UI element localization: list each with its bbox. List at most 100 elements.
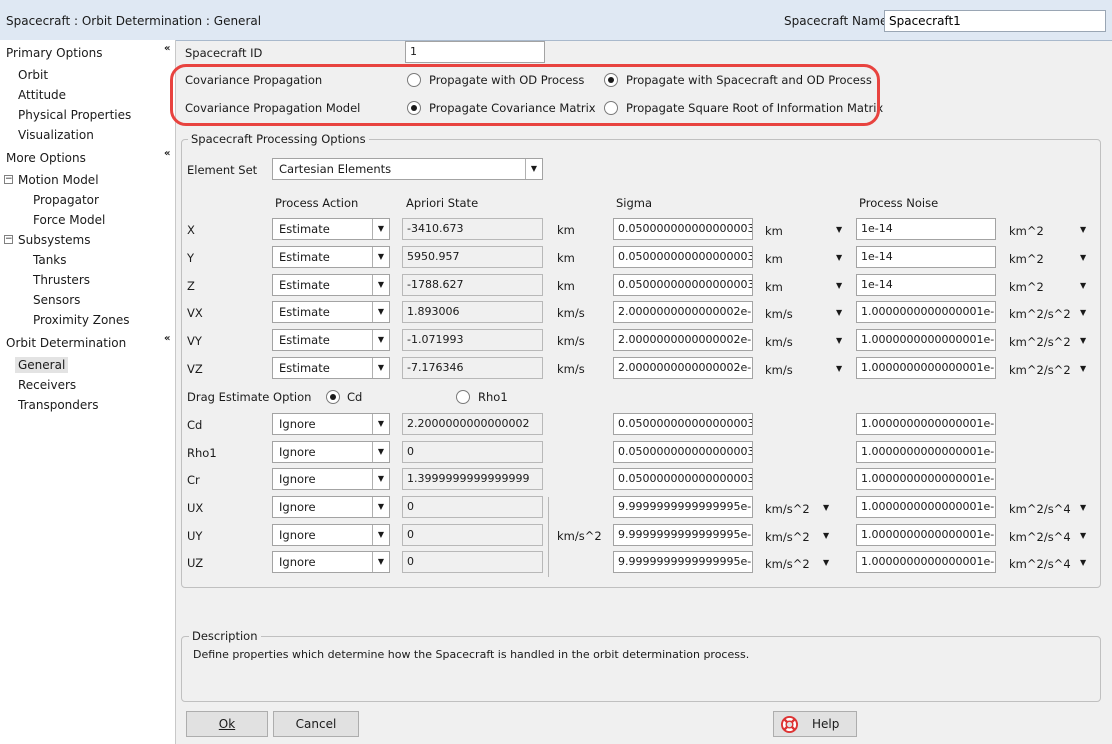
row-z-sigma-unit-chevron-icon[interactable]: ▼ bbox=[836, 281, 842, 290]
row-rho1-apriori-field[interactable]: 0 bbox=[402, 440, 543, 463]
row-rho1-noise-field[interactable]: 1.0000000000000001e-09 bbox=[856, 440, 996, 463]
nav-item-force-model[interactable]: Force Model bbox=[33, 213, 105, 227]
row-ux-sigma-field[interactable]: 9.9999999999999995e-07 bbox=[613, 496, 753, 518]
row-uz-noise-field[interactable]: 1.0000000000000001e-15 bbox=[856, 551, 996, 573]
row-vz-apriori-field[interactable]: -7.176346 bbox=[402, 357, 543, 379]
row-uz-noise-unit[interactable]: km^2/s^4 bbox=[1009, 557, 1071, 571]
row-ux-noise-unit-chevron-icon[interactable]: ▼ bbox=[1080, 503, 1086, 512]
drag-rho1-radio[interactable] bbox=[456, 390, 470, 404]
row-vx-apriori-field[interactable]: 1.893006 bbox=[402, 301, 543, 324]
nav-item-transponders[interactable]: Transponders bbox=[18, 398, 98, 412]
row-vz-action-select[interactable]: Estimate ▼ bbox=[272, 357, 390, 379]
row-vx-noise-unit-chevron-icon[interactable]: ▼ bbox=[1080, 308, 1086, 317]
row-x-noise-field[interactable]: 1e-14 bbox=[856, 218, 996, 240]
drag-cd-radio[interactable] bbox=[326, 390, 340, 404]
row-x-noise-unit[interactable]: km^2 bbox=[1009, 224, 1044, 238]
ok-button[interactable]: Ok bbox=[186, 711, 268, 737]
row-cr-sigma-field[interactable]: 0.050000000000000003 bbox=[613, 468, 753, 490]
row-uy-noise-field[interactable]: 1.0000000000000001e-15 bbox=[856, 523, 996, 546]
row-uy-sigma-unit[interactable]: km/s^2 bbox=[765, 530, 810, 544]
row-uy-action-select[interactable]: Ignore ▼ bbox=[272, 523, 390, 546]
row-cr-noise-field[interactable]: 1.0000000000000001e-09 bbox=[856, 468, 996, 490]
row-ux-noise-unit[interactable]: km^2/s^4 bbox=[1009, 502, 1071, 516]
row-uz-noise-unit-chevron-icon[interactable]: ▼ bbox=[1080, 558, 1086, 567]
row-uz-sigma-unit-chevron-icon[interactable]: ▼ bbox=[823, 558, 829, 567]
row-vy-apriori-field[interactable]: -1.071993 bbox=[402, 329, 543, 352]
row-ux-apriori-field[interactable]: 0 bbox=[402, 496, 543, 518]
row-uy-sigma-field[interactable]: 9.9999999999999995e-07 bbox=[613, 523, 753, 546]
nav-item-attitude[interactable]: Attitude bbox=[18, 88, 66, 102]
row-vy-noise-field[interactable]: 1.0000000000000001e-17 bbox=[856, 329, 996, 352]
row-uy-apriori-field[interactable]: 0 bbox=[402, 523, 543, 546]
row-vy-noise-unit[interactable]: km^2/s^2 bbox=[1009, 335, 1071, 349]
cancel-button[interactable]: Cancel bbox=[273, 711, 359, 737]
row-vz-noise-field[interactable]: 1.0000000000000001e-17 bbox=[856, 357, 996, 379]
row-ux-action-select[interactable]: Ignore ▼ bbox=[272, 496, 390, 518]
spacecraft-id-input[interactable]: 1 bbox=[405, 41, 545, 63]
row-vx-action-select[interactable]: Estimate ▼ bbox=[272, 301, 390, 324]
tree-collapse-subsystems-icon[interactable]: − bbox=[4, 235, 13, 244]
row-uz-action-select[interactable]: Ignore ▼ bbox=[272, 551, 390, 573]
drag-rho1-label[interactable]: Rho1 bbox=[478, 390, 508, 404]
nav-group-orbit-determination[interactable]: Orbit Determination bbox=[6, 336, 126, 350]
row-z-noise-unit[interactable]: km^2 bbox=[1009, 280, 1044, 294]
row-vz-noise-unit-chevron-icon[interactable]: ▼ bbox=[1080, 364, 1086, 373]
row-vx-noise-unit[interactable]: km^2/s^2 bbox=[1009, 307, 1071, 321]
row-uz-sigma-unit[interactable]: km/s^2 bbox=[765, 557, 810, 571]
row-x-sigma-unit[interactable]: km bbox=[765, 224, 783, 238]
row-cd-apriori-field[interactable]: 2.2000000000000002 bbox=[402, 413, 543, 435]
collapse-more-icon[interactable]: « bbox=[164, 148, 170, 159]
row-x-sigma-unit-chevron-icon[interactable]: ▼ bbox=[836, 225, 842, 234]
row-vy-sigma-unit[interactable]: km/s bbox=[765, 335, 793, 349]
nav-item-visualization[interactable]: Visualization bbox=[18, 128, 94, 142]
row-vz-sigma-unit-chevron-icon[interactable]: ▼ bbox=[836, 364, 842, 373]
nav-group-primary-options[interactable]: Primary Options bbox=[6, 46, 103, 60]
nav-item-receivers[interactable]: Receivers bbox=[18, 378, 76, 392]
row-x-action-select[interactable]: Estimate ▼ bbox=[272, 218, 390, 240]
nav-item-tanks[interactable]: Tanks bbox=[33, 253, 67, 267]
row-y-noise-field[interactable]: 1e-14 bbox=[856, 245, 996, 268]
row-vy-sigma-unit-chevron-icon[interactable]: ▼ bbox=[836, 336, 842, 345]
row-vx-noise-field[interactable]: 1.0000000000000001e-17 bbox=[856, 301, 996, 324]
row-vx-sigma-field[interactable]: 2.0000000000000002e-05 bbox=[613, 301, 753, 324]
row-cr-action-select[interactable]: Ignore ▼ bbox=[272, 468, 390, 490]
row-z-noise-field[interactable]: 1e-14 bbox=[856, 273, 996, 296]
row-z-noise-unit-chevron-icon[interactable]: ▼ bbox=[1080, 281, 1086, 290]
row-ux-sigma-unit-chevron-icon[interactable]: ▼ bbox=[823, 503, 829, 512]
row-vx-sigma-unit-chevron-icon[interactable]: ▼ bbox=[836, 308, 842, 317]
row-cr-apriori-field[interactable]: 1.3999999999999999 bbox=[402, 468, 543, 490]
row-uy-noise-unit-chevron-icon[interactable]: ▼ bbox=[1080, 531, 1086, 540]
row-x-noise-unit-chevron-icon[interactable]: ▼ bbox=[1080, 225, 1086, 234]
row-z-apriori-field[interactable]: -1788.627 bbox=[402, 273, 543, 296]
row-ux-noise-field[interactable]: 1.0000000000000001e-15 bbox=[856, 496, 996, 518]
row-vy-sigma-field[interactable]: 2.0000000000000002e-05 bbox=[613, 329, 753, 352]
row-x-apriori-field[interactable]: -3410.673 bbox=[402, 218, 543, 240]
drag-cd-label[interactable]: Cd bbox=[347, 390, 362, 404]
collapse-primary-icon[interactable]: « bbox=[164, 43, 170, 54]
row-y-noise-unit-chevron-icon[interactable]: ▼ bbox=[1080, 253, 1086, 262]
row-ux-sigma-unit[interactable]: km/s^2 bbox=[765, 502, 810, 516]
row-y-sigma-field[interactable]: 0.050000000000000003 bbox=[613, 245, 753, 268]
row-vy-noise-unit-chevron-icon[interactable]: ▼ bbox=[1080, 336, 1086, 345]
row-uy-sigma-unit-chevron-icon[interactable]: ▼ bbox=[823, 531, 829, 540]
row-vz-noise-unit[interactable]: km^2/s^2 bbox=[1009, 363, 1071, 377]
nav-item-physical-properties[interactable]: Physical Properties bbox=[18, 108, 131, 122]
row-vy-action-select[interactable]: Estimate ▼ bbox=[272, 329, 390, 352]
row-uz-apriori-field[interactable]: 0 bbox=[402, 551, 543, 573]
row-z-sigma-field[interactable]: 0.050000000000000003 bbox=[613, 273, 753, 296]
row-cd-action-select[interactable]: Ignore ▼ bbox=[272, 413, 390, 435]
row-vz-sigma-unit[interactable]: km/s bbox=[765, 363, 793, 377]
row-vz-sigma-field[interactable]: 2.0000000000000002e-05 bbox=[613, 357, 753, 379]
row-rho1-sigma-field[interactable]: 0.050000000000000003 bbox=[613, 440, 753, 463]
row-z-sigma-unit[interactable]: km bbox=[765, 280, 783, 294]
spacecraft-name-input[interactable] bbox=[884, 10, 1106, 32]
row-uz-sigma-field[interactable]: 9.9999999999999995e-07 bbox=[613, 551, 753, 573]
row-y-action-select[interactable]: Estimate ▼ bbox=[272, 245, 390, 268]
row-y-noise-unit[interactable]: km^2 bbox=[1009, 252, 1044, 266]
row-rho1-action-select[interactable]: Ignore ▼ bbox=[272, 440, 390, 463]
row-y-sigma-unit-chevron-icon[interactable]: ▼ bbox=[836, 253, 842, 262]
collapse-od-icon[interactable]: « bbox=[164, 333, 170, 344]
nav-group-more-options[interactable]: More Options bbox=[6, 151, 86, 165]
row-z-action-select[interactable]: Estimate ▼ bbox=[272, 273, 390, 296]
row-y-apriori-field[interactable]: 5950.957 bbox=[402, 245, 543, 268]
